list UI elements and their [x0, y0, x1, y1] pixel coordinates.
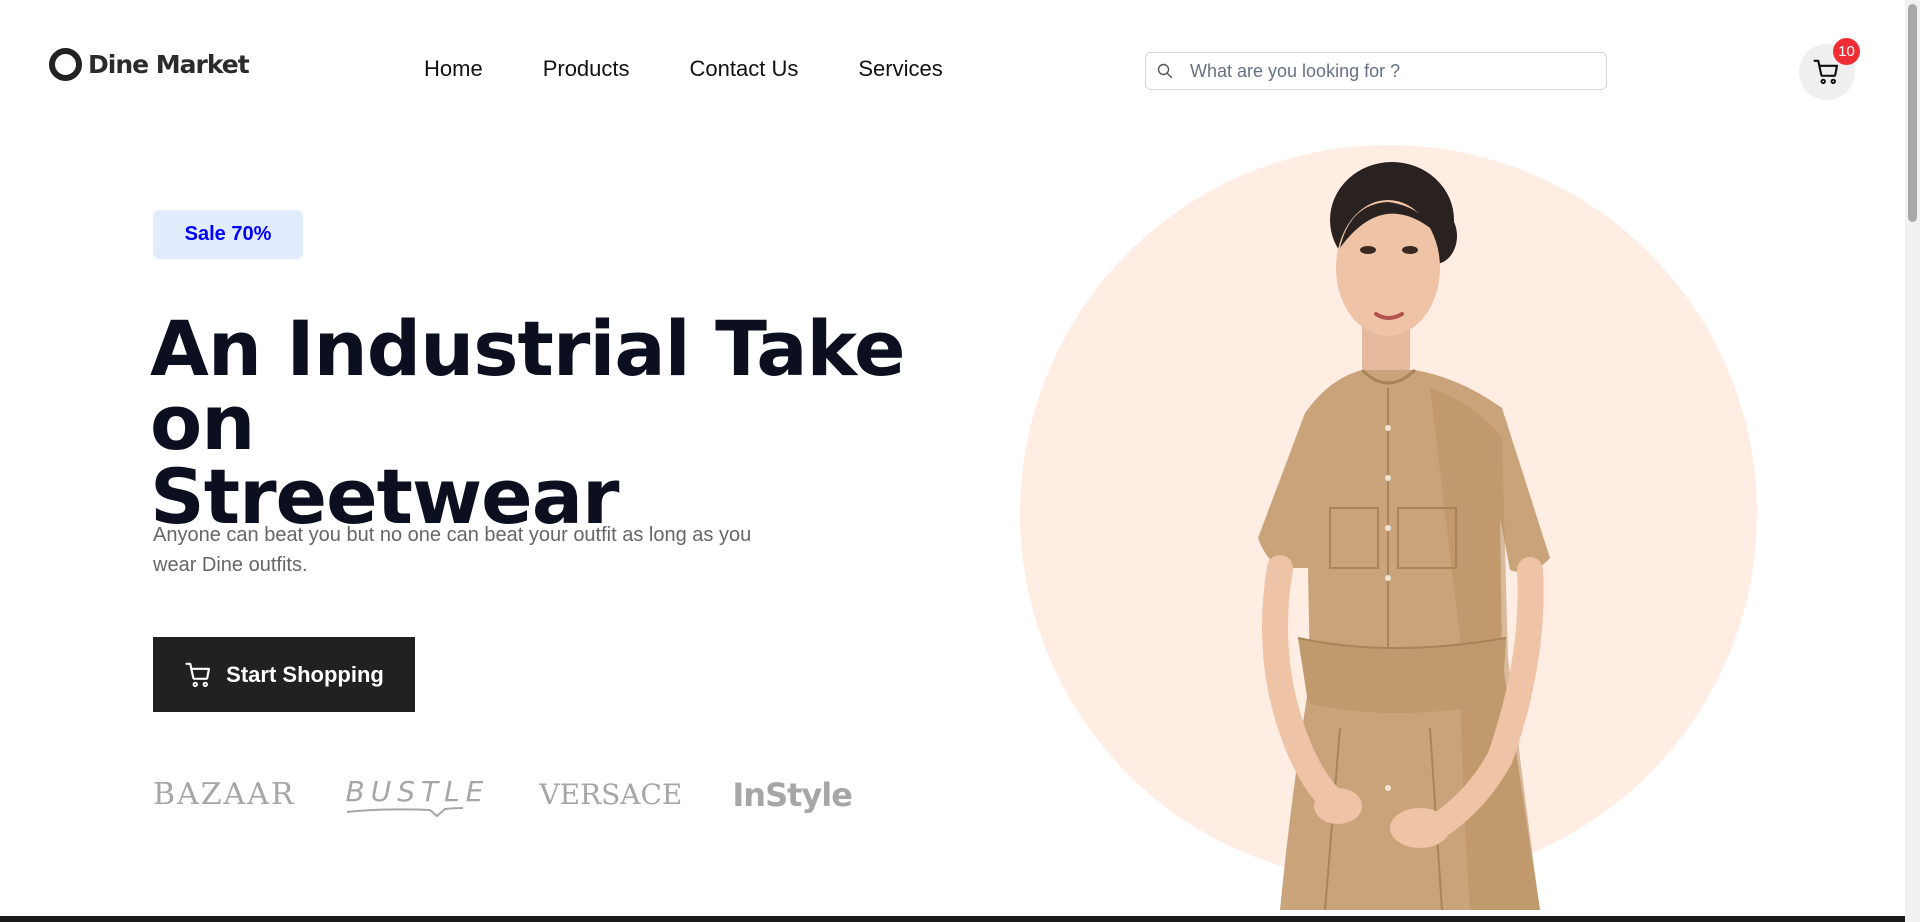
nav-services[interactable]: Services — [858, 56, 942, 82]
cart-count-badge: 10 — [1833, 38, 1860, 65]
hero-description: Anyone can beat you but no one can beat … — [153, 524, 752, 576]
scrollbar-thumb[interactable] — [1908, 4, 1917, 222]
nav-contact-us[interactable]: Contact Us — [690, 56, 799, 82]
cart-icon — [185, 662, 211, 687]
logo-text: Dine Market — [88, 50, 250, 79]
section-divider — [0, 916, 1905, 922]
brand-logos: BAZAAR BUSTLE VERSACE InStyle — [153, 775, 902, 818]
search-input[interactable] — [1188, 56, 1588, 86]
hero-title-line-1: An Industrial Take on — [150, 304, 906, 467]
brand-logo-bustle-text: BUSTLE — [345, 775, 490, 808]
search-box — [1145, 52, 1607, 90]
logo[interactable]: Dine Market — [49, 48, 250, 81]
brand-logo-instyle: InStyle — [732, 775, 853, 814]
brand-logo-bazaar: BAZAAR — [153, 777, 296, 812]
nav-products[interactable]: Products — [543, 56, 630, 82]
bustle-swoosh-icon — [347, 807, 464, 818]
nav-home[interactable]: Home — [424, 56, 483, 82]
start-shopping-label: Start Shopping — [226, 661, 384, 687]
hero-model-image — [1258, 162, 1550, 910]
brand-logo-bustle: BUSTLE — [345, 775, 490, 818]
logo-ring-icon — [49, 48, 82, 81]
start-shopping-button[interactable]: Start Shopping — [153, 637, 415, 712]
main-nav: Home Products Contact Us Services — [424, 56, 943, 82]
site-header: Dine Market Home Products Contact Us Ser… — [0, 0, 1905, 140]
search-icon[interactable] — [1146, 52, 1184, 90]
hero-title: An Industrial Take on Streetwear — [150, 311, 1010, 535]
sale-badge: Sale 70% — [153, 210, 303, 259]
brand-logo-versace: VERSACE — [539, 778, 683, 811]
page: Dine Market Home Products Contact Us Ser… — [0, 0, 1920, 922]
